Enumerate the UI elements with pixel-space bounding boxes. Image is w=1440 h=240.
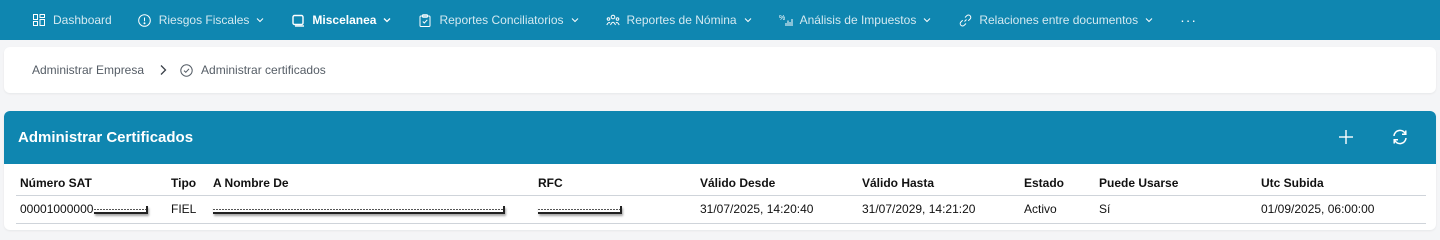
window-icon [291, 13, 305, 27]
certificates-panel: Administrar Certificados Número SAT Tipo… [4, 111, 1436, 230]
column-header-valido-hasta[interactable]: Válido Hasta [858, 171, 1020, 196]
redaction-mark [94, 205, 149, 214]
column-header-utc-subida[interactable]: Utc Subida [1257, 171, 1426, 196]
add-certificate-button[interactable] [1335, 126, 1357, 148]
column-header-puede-usarse[interactable]: Puede Usarse [1095, 171, 1257, 196]
nav-item-dashboard[interactable]: Dashboard [24, 0, 120, 40]
redaction-mark [213, 205, 505, 214]
nav-item-label: Dashboard [53, 13, 112, 27]
certificates-table: Número SAT Tipo A Nombre De RFC Válido D… [16, 171, 1426, 224]
svg-text:%: % [779, 15, 785, 22]
cell-tipo: FIEL [167, 195, 209, 224]
cell-utc-subida: 01/09/2025, 06:00:00 [1257, 195, 1426, 224]
column-header-rfc[interactable]: RFC [534, 171, 696, 196]
column-header-a-nombre-de[interactable]: A Nombre De [209, 171, 534, 196]
refresh-button[interactable] [1389, 126, 1411, 148]
nav-item-reportes-conciliatorios[interactable]: Reportes Conciliatorios [410, 0, 587, 40]
nav-item-riesgos-fiscales[interactable]: Riesgos Fiscales [130, 0, 274, 40]
refresh-icon [1393, 129, 1407, 145]
panel-header: Administrar Certificados [4, 111, 1436, 164]
column-header-estado[interactable]: Estado [1020, 171, 1095, 196]
page-title: Administrar Certificados [18, 129, 194, 146]
nav-item-label: Análisis de Impuestos [799, 13, 917, 27]
cell-rfc [534, 195, 696, 224]
table-row[interactable]: 00001000000 FIEL 31/07/2025, 14:20:40 31… [16, 195, 1426, 224]
chevron-down-icon [382, 15, 392, 25]
clipboard-icon [418, 13, 432, 27]
nav-item-label: Relaciones entre documentos [979, 13, 1139, 27]
chevron-down-icon [570, 15, 580, 25]
cell-a-nombre-de [209, 195, 534, 224]
nav-item-miscelanea[interactable]: Miscelanea [283, 0, 400, 40]
cell-estado: Activo [1020, 195, 1095, 224]
cell-puede-usarse: Sí [1095, 195, 1257, 224]
numero-sat-value: 00001000000 [20, 202, 94, 216]
top-navigation: Dashboard Riesgos Fiscales Miscelanea Re… [0, 0, 1440, 40]
plus-icon [1339, 130, 1353, 144]
check-circle-icon [180, 63, 193, 77]
people-icon [605, 13, 620, 27]
column-header-tipo[interactable]: Tipo [167, 171, 209, 196]
chevron-down-icon [1144, 15, 1154, 25]
cell-valido-desde: 31/07/2025, 14:20:40 [696, 195, 858, 224]
dashboard-icon [32, 13, 46, 27]
nav-item-analisis-impuestos[interactable]: % Análisis de Impuestos [771, 0, 941, 40]
nav-item-label: Miscelanea [312, 13, 377, 27]
column-header-numero-sat[interactable]: Número SAT [16, 171, 167, 196]
table-header-row: Número SAT Tipo A Nombre De RFC Válido D… [16, 171, 1426, 196]
column-header-valido-desde[interactable]: Válido Desde [696, 171, 858, 196]
redaction-mark [538, 205, 622, 214]
analytics-icon: % [779, 13, 793, 27]
more-menu-button[interactable]: ··· [1172, 12, 1205, 28]
breadcrumb-parent[interactable]: Administrar Empresa [32, 63, 144, 77]
nav-item-label: Reportes Conciliatorios [439, 13, 564, 27]
breadcrumb-current: Administrar certificados [201, 63, 326, 77]
chevron-down-icon [922, 15, 932, 25]
chevron-down-icon [255, 15, 265, 25]
chevron-down-icon [743, 15, 753, 25]
link-icon [958, 13, 972, 27]
alert-circle-icon [138, 13, 152, 27]
chevron-right-icon [158, 64, 168, 76]
nav-item-relaciones-documentos[interactable]: Relaciones entre documentos [950, 0, 1162, 40]
nav-item-label: Riesgos Fiscales [158, 13, 250, 27]
cell-valido-hasta: 31/07/2029, 14:21:20 [858, 195, 1020, 224]
nav-item-reportes-nomina[interactable]: Reportes de Nómina [598, 0, 761, 40]
cell-numero-sat: 00001000000 [16, 195, 167, 224]
nav-item-label: Reportes de Nómina [626, 13, 737, 27]
breadcrumb: Administrar Empresa Administrar certific… [4, 47, 1436, 93]
